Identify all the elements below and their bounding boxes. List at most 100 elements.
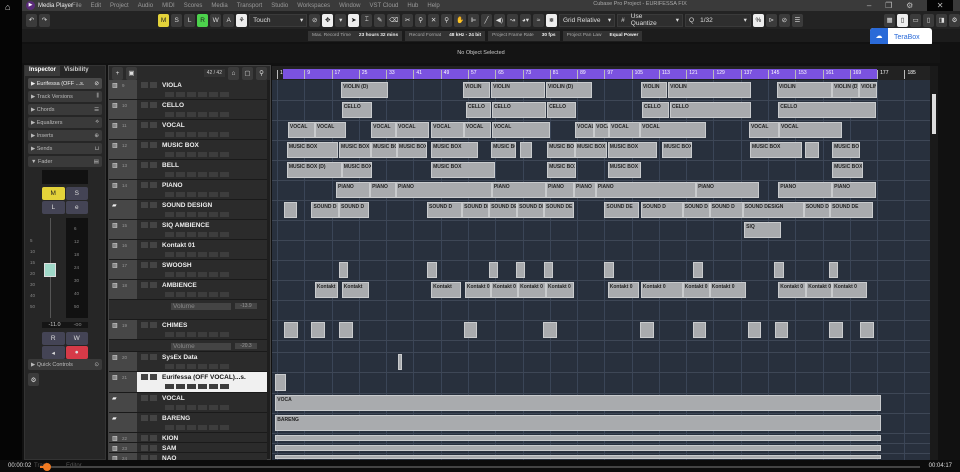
event[interactable]	[829, 262, 838, 278]
event[interactable]: MUSIC BOX	[339, 142, 372, 158]
track-control-button[interactable]	[209, 172, 218, 177]
track-control-button[interactable]	[198, 425, 207, 430]
event[interactable]: MUSIC BOX	[431, 162, 495, 178]
event[interactable]	[398, 354, 403, 370]
undo-button[interactable]: ↶	[26, 13, 37, 27]
track-control-button[interactable]	[220, 212, 229, 217]
warp-tool[interactable]: ↝	[506, 13, 518, 27]
track-control-button[interactable]	[220, 425, 229, 430]
track-control-button[interactable]	[165, 364, 174, 369]
vertical-scrollbar[interactable]	[930, 66, 938, 460]
event[interactable]: MUSIC BOX	[397, 142, 428, 158]
event[interactable]	[463, 322, 478, 338]
track-control-button[interactable]	[176, 132, 185, 137]
track-control-button[interactable]	[220, 292, 229, 297]
solo-button[interactable]	[150, 242, 157, 248]
track-row[interactable]: ▥ 21 Eurifessa (OFF VOCAL)...s.	[109, 372, 267, 393]
event[interactable]: MUSIC BOX	[341, 162, 373, 178]
event[interactable]: SOUND D	[803, 202, 831, 218]
event[interactable]: MUSIC BOX	[371, 142, 398, 158]
track-control-button[interactable]	[165, 132, 174, 137]
inspector-settings-icon[interactable]: ⚙	[28, 373, 39, 386]
play-icon[interactable]: ▶	[26, 1, 35, 10]
mute-button[interactable]	[141, 142, 148, 148]
event[interactable]	[489, 262, 498, 278]
menu-scores[interactable]: Scores	[184, 3, 203, 9]
event[interactable]	[604, 262, 614, 278]
track-control-button[interactable]	[198, 152, 207, 157]
event[interactable]	[860, 322, 874, 338]
track-control-button[interactable]	[198, 92, 207, 97]
inspector-section-3[interactable]: ▶ Equalizers ⟡	[28, 117, 102, 128]
event[interactable]: MUSIC BOX	[431, 142, 479, 158]
track-control-button[interactable]	[198, 112, 207, 117]
track-control-button[interactable]	[209, 152, 218, 157]
listen-button[interactable]: L	[42, 201, 65, 214]
play-tool[interactable]: ◀)	[493, 13, 505, 27]
track-control-button[interactable]	[187, 92, 196, 97]
track-control-button[interactable]	[198, 384, 207, 389]
event[interactable]: Kontakt 0	[682, 282, 710, 298]
event[interactable]: Kontakt 0	[832, 282, 867, 298]
event[interactable]: PIANO	[778, 182, 833, 198]
write-state-button[interactable]: W	[210, 13, 222, 27]
track-control-button[interactable]	[220, 92, 229, 97]
event[interactable]: Kontakt	[341, 282, 370, 298]
auto-scroll-button[interactable]: ≈	[532, 13, 544, 27]
track-control-button[interactable]	[209, 132, 218, 137]
track-control-button[interactable]	[176, 172, 185, 177]
event[interactable]: PIANO	[574, 182, 596, 198]
mute-button[interactable]: M	[42, 187, 65, 200]
event[interactable]: VIOLIN	[462, 82, 491, 98]
track-control-button[interactable]	[220, 272, 229, 277]
event[interactable]	[804, 142, 819, 158]
track-control-button[interactable]	[165, 112, 174, 117]
track-control-button[interactable]	[220, 332, 229, 337]
event[interactable]: VOCAL	[431, 122, 464, 138]
right-zone-button[interactable]: ▯	[923, 13, 935, 27]
solo-button[interactable]	[150, 122, 157, 128]
event[interactable]	[693, 262, 704, 278]
event[interactable]: Kontakt 0	[464, 282, 492, 298]
track-control-button[interactable]	[187, 252, 196, 257]
track-visibility-button[interactable]: ⌂	[228, 66, 239, 80]
track-control-button[interactable]	[176, 405, 185, 410]
track-control-button[interactable]	[165, 252, 174, 257]
event[interactable]: PIANO	[370, 182, 396, 198]
event[interactable]: CELLO	[341, 102, 373, 118]
mute-tool[interactable]: ✕	[428, 13, 440, 27]
drag-mode-button[interactable]: ✥	[322, 13, 334, 27]
menu-window[interactable]: Window	[339, 3, 360, 9]
home-icon[interactable]: ⌂	[5, 2, 10, 12]
menu-media[interactable]: Media	[211, 3, 227, 9]
event[interactable]: SOUND DE	[489, 202, 518, 218]
event[interactable]: Kontakt	[314, 282, 339, 298]
event[interactable]	[544, 262, 553, 278]
minimize-icon[interactable]: –	[867, 1, 871, 10]
monitor-button[interactable]: ◂	[42, 346, 65, 359]
track-control-button[interactable]	[198, 292, 207, 297]
tab-visibility[interactable]: Visibility	[60, 66, 93, 76]
track-control-button[interactable]	[209, 292, 218, 297]
track-control-button[interactable]	[198, 232, 207, 237]
track-row[interactable]: ▥ 15 SIQ AMBIENCE	[109, 220, 267, 240]
grid-type-select[interactable]: # Use Quantize ▾	[617, 13, 684, 27]
event[interactable]: PIANO	[396, 182, 492, 198]
mute-button[interactable]	[141, 242, 148, 248]
quantize-reset-button[interactable]: ⊘	[778, 13, 790, 27]
mute-button[interactable]	[141, 374, 148, 380]
track-control-button[interactable]	[187, 272, 196, 277]
audition-state-button[interactable]: A	[223, 13, 235, 27]
track-row[interactable]: ▰ VOCAL	[109, 393, 267, 413]
read-state-button[interactable]: R	[197, 13, 209, 27]
track-control-button[interactable]	[165, 272, 174, 277]
event[interactable]: VIOLIN (D)	[341, 82, 389, 98]
write-automation-button[interactable]: W	[65, 332, 88, 345]
track-control-button[interactable]	[187, 232, 196, 237]
event[interactable]: CELLO	[778, 102, 876, 118]
event[interactable]: MUSIC BOX	[547, 162, 577, 178]
event[interactable]: MUSIC BOX	[607, 162, 641, 178]
event[interactable]: MUSIC BOX	[661, 142, 692, 158]
track-row[interactable]: ▥ 18 AMBIENCE	[109, 280, 267, 300]
event[interactable]: MUSIC BOX (D)	[286, 162, 342, 178]
